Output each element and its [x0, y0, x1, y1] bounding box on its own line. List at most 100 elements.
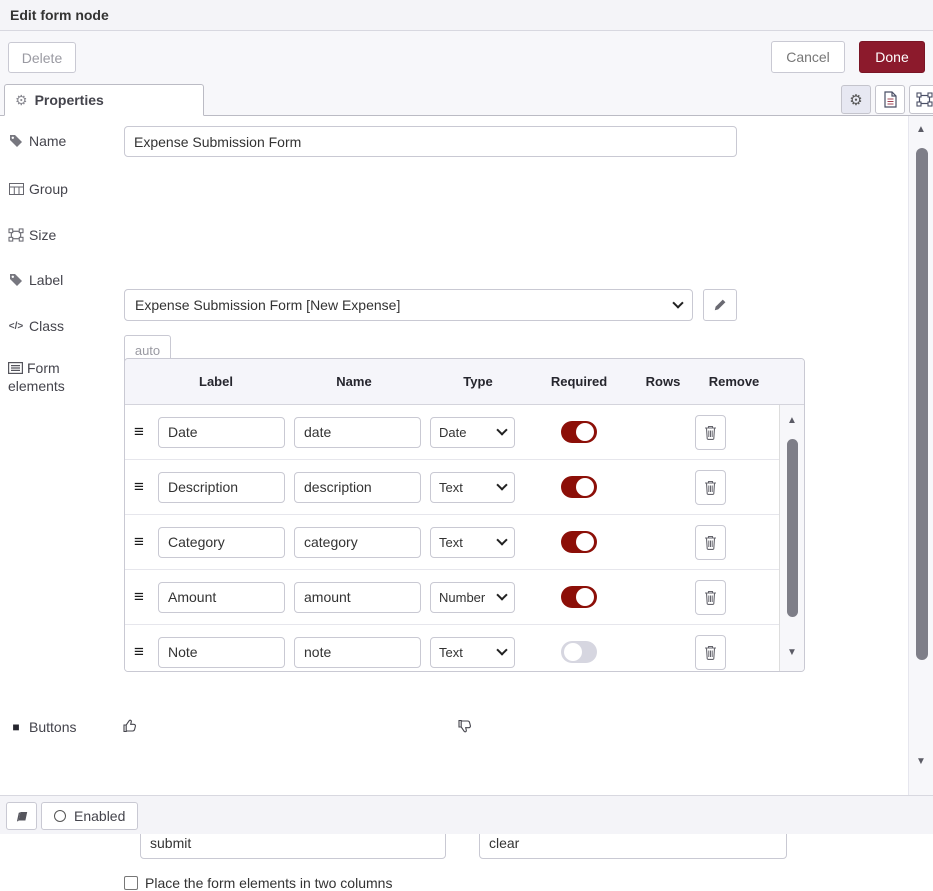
tab-properties[interactable]: ⚙ Properties: [4, 84, 204, 116]
buttons-field-label: ■ Buttons: [8, 719, 76, 735]
delete-element-button[interactable]: [695, 415, 726, 450]
cancel-button[interactable]: Cancel: [771, 41, 845, 73]
document-icon: [883, 91, 898, 108]
column-header-type: Type: [463, 374, 492, 389]
element-rows-viewport: ≡ Date ≡ Text: [125, 405, 780, 672]
thumbs-up-icon: [122, 718, 138, 734]
required-toggle[interactable]: [561, 641, 597, 663]
trash-icon: [704, 590, 717, 605]
form-elements-label: Form elements: [8, 359, 90, 395]
dialog-footer: Enabled: [0, 795, 933, 834]
element-type-value: Text: [439, 480, 498, 495]
scroll-up-icon[interactable]: ▲: [909, 124, 933, 135]
book-icon: [14, 809, 30, 823]
drag-handle-icon[interactable]: ≡: [134, 532, 152, 552]
done-button[interactable]: Done: [859, 41, 925, 73]
edit-group-button[interactable]: [703, 289, 737, 321]
element-label-input[interactable]: [158, 637, 285, 668]
scroll-up-icon[interactable]: ▲: [780, 415, 804, 426]
drag-handle-icon[interactable]: ≡: [134, 587, 152, 607]
dialog-title: Edit form node: [10, 7, 109, 23]
element-type-select[interactable]: Text: [430, 472, 515, 503]
drag-handle-icon[interactable]: ≡: [134, 422, 152, 442]
scroll-down-icon[interactable]: ▼: [780, 647, 804, 658]
required-toggle[interactable]: [561, 476, 597, 498]
element-name-input[interactable]: [294, 637, 421, 668]
element-type-value: Number: [439, 590, 498, 605]
two-columns-checkbox[interactable]: [124, 876, 138, 890]
element-label-input[interactable]: [158, 582, 285, 613]
element-type-select[interactable]: Text: [430, 637, 515, 668]
column-header-rows: Rows: [646, 374, 681, 389]
panel-scrollbar[interactable]: ▲ ▼: [908, 116, 933, 795]
required-toggle[interactable]: [561, 421, 597, 443]
element-type-value: Text: [439, 645, 498, 660]
gear-icon: ⚙: [15, 92, 28, 109]
code-icon: </>: [8, 321, 24, 332]
list-icon: [8, 362, 23, 374]
docs-button[interactable]: [6, 802, 37, 830]
chevron-down-icon: [496, 589, 507, 600]
table-grid-icon: [8, 183, 24, 195]
thumbs-down-icon: [457, 718, 473, 734]
required-toggle[interactable]: [561, 586, 597, 608]
chevron-down-icon: [672, 297, 683, 308]
dialog-header: Edit form node: [0, 0, 933, 31]
tab-properties-label: Properties: [35, 92, 104, 108]
class-field-label: </> Class: [8, 318, 64, 334]
element-label-input[interactable]: [158, 527, 285, 558]
name-input[interactable]: [124, 126, 737, 157]
element-type-select[interactable]: Text: [430, 527, 515, 558]
element-label-input[interactable]: [158, 417, 285, 448]
tag-icon: [8, 134, 24, 148]
column-header-label: Label: [199, 374, 233, 389]
bounding-box-icon: [8, 228, 24, 242]
element-type-select[interactable]: Date: [430, 417, 515, 448]
enabled-label: Enabled: [74, 808, 125, 824]
trash-icon: [704, 535, 717, 550]
group-select[interactable]: Expense Submission Form [New Expense]: [124, 289, 693, 321]
required-toggle[interactable]: [561, 531, 597, 553]
square-icon: ■: [8, 720, 24, 734]
element-row: ≡ Text: [125, 515, 780, 570]
trash-icon: [704, 425, 717, 440]
column-header-name: Name: [336, 374, 371, 389]
delete-element-button[interactable]: [695, 470, 726, 505]
element-label-input[interactable]: [158, 472, 285, 503]
table-scrollbar-thumb[interactable]: [787, 439, 798, 617]
element-type-value: Text: [439, 535, 498, 550]
element-row: ≡ Text: [125, 460, 780, 515]
node-properties-button[interactable]: ⚙: [841, 85, 871, 114]
drag-handle-icon[interactable]: ≡: [134, 642, 152, 662]
trash-icon: [704, 480, 717, 495]
table-scrollbar[interactable]: ▲ ▼: [779, 405, 804, 672]
group-select-value: Expense Submission Form [New Expense]: [135, 297, 674, 313]
group-field-label: Group: [8, 181, 68, 197]
delete-button[interactable]: Delete: [8, 42, 76, 73]
node-description-button[interactable]: [875, 85, 905, 114]
chevron-down-icon: [496, 534, 507, 545]
trash-icon: [704, 645, 717, 660]
delete-element-button[interactable]: [695, 580, 726, 615]
panel-scrollbar-thumb[interactable]: [916, 148, 928, 660]
pencil-icon: [713, 298, 727, 312]
label-field-label: Label: [8, 272, 63, 288]
chevron-down-icon: [496, 479, 507, 490]
node-appearance-button[interactable]: [909, 85, 933, 114]
element-name-input[interactable]: [294, 472, 421, 503]
chevron-down-icon: [496, 424, 507, 435]
table-header: Label Name Type Required Rows Remove: [125, 359, 804, 405]
drag-handle-icon[interactable]: ≡: [134, 477, 152, 497]
size-field-label: Size: [8, 227, 56, 243]
enabled-toggle-button[interactable]: Enabled: [41, 802, 138, 830]
two-columns-option[interactable]: Place the form elements in two columns: [124, 875, 392, 891]
properties-panel: Name Group Expense Submission Form [New …: [0, 116, 933, 795]
scroll-down-icon[interactable]: ▼: [909, 756, 933, 767]
element-name-input[interactable]: [294, 582, 421, 613]
element-name-input[interactable]: [294, 417, 421, 448]
element-type-select[interactable]: Number: [430, 582, 515, 613]
delete-element-button[interactable]: [695, 525, 726, 560]
delete-element-button[interactable]: [695, 635, 726, 670]
element-name-input[interactable]: [294, 527, 421, 558]
gear-icon: ⚙: [849, 91, 862, 109]
